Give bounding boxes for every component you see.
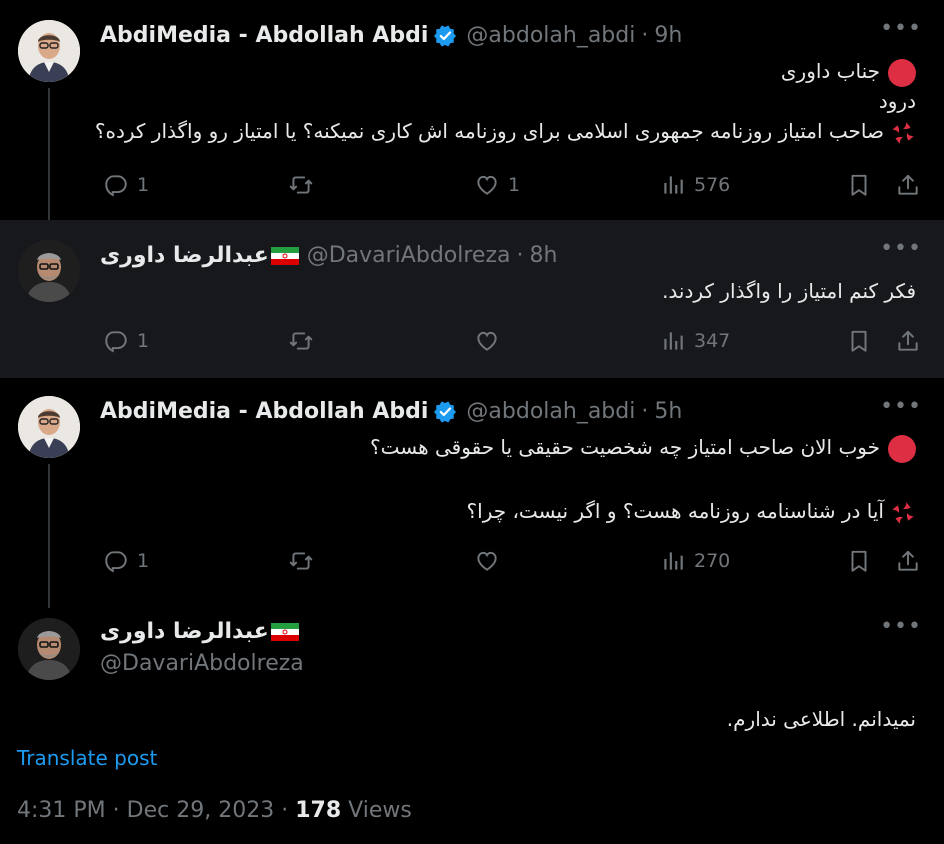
more-icon[interactable]: ••• [880,236,922,261]
avatar[interactable] [18,618,80,680]
iran-flag-icon [271,623,299,641]
reply-count: 1 [137,550,150,572]
like-button[interactable] [474,328,500,354]
heart-icon [474,548,500,574]
translate-link[interactable]: Translate post [17,746,157,770]
timestamp[interactable]: 8h [529,242,557,270]
like-button[interactable]: 1 [474,172,520,198]
text-line: آیا در شناسنامه روزنامه هست؟ و اگر نیست،… [466,499,884,523]
share-icon [895,172,921,198]
separator: · [516,243,524,268]
heart-icon [474,172,500,198]
tweet-text: نمیدانم. اطلاعی ندارم. [727,704,916,734]
reply-icon [103,548,129,574]
reply-count: 1 [137,330,150,352]
more-icon[interactable]: ••• [880,394,922,419]
reply-icon [103,172,129,198]
tweet-1[interactable]: AbdiMedia - Abdollah Abdi @abdolah_abdi … [0,0,944,220]
views-button[interactable]: 347 [660,328,730,354]
text-line: فکر کنم امتیاز را واگذار کردند. [662,279,916,303]
text-line: جناب داوری [780,59,880,83]
views-count: 178 [295,798,342,823]
share-button[interactable] [895,328,921,354]
text-line: صاحب امتیاز روزنامه جمهوری اسلامی برای ر… [94,119,884,143]
text-line: نمیدانم. اطلاعی ندارم. [726,707,916,731]
author-handle[interactable]: @abdolah_abdi [466,398,635,426]
views-button[interactable]: 270 [660,548,730,574]
share-button[interactable] [895,548,921,574]
verified-badge-icon [434,24,458,48]
post-date[interactable]: Dec 29, 2023 [127,798,275,823]
reply-icon [103,328,129,354]
tweet-text: جناب داوری درود صاحب امتیاز روزنامه جمهو… [95,56,916,146]
views-icon [660,172,686,198]
separator: · [281,798,296,823]
views-label: Views [348,798,412,823]
red-circle-emoji [888,434,916,463]
iran-flag-icon [271,247,299,265]
bookmark-button[interactable] [846,328,872,354]
avatar[interactable] [18,396,80,458]
share-icon [895,328,921,354]
separator: · [641,23,649,48]
separator: · [641,399,649,424]
tweet-2[interactable]: عبدالرضا داوری @DavariAbdolreza · 8h •••… [0,220,944,378]
reply-button[interactable]: 1 [103,328,149,354]
tweet-text: فکر کنم امتیاز را واگذار کردند. [662,276,916,306]
share-icon [895,548,921,574]
like-button[interactable] [474,548,500,574]
tweet-3[interactable]: AbdiMedia - Abdollah Abdi @abdolah_abdi … [0,378,944,598]
bookmark-button[interactable] [846,548,872,574]
share-button[interactable] [895,172,921,198]
red-circle-emoji [888,58,916,87]
views-count: 270 [694,550,731,572]
retweet-button[interactable] [288,548,314,574]
timestamp[interactable]: 9h [654,22,682,50]
bookmark-icon [846,328,872,354]
author-name[interactable]: AbdiMedia - Abdollah Abdi [100,22,428,50]
anger-emoji [890,120,916,146]
views-icon [660,548,686,574]
reply-button[interactable]: 1 [103,172,149,198]
like-count: 1 [508,174,521,196]
heart-icon [474,328,500,354]
avatar[interactable] [18,240,80,302]
reply-button[interactable]: 1 [103,548,149,574]
reply-count: 1 [137,174,150,196]
author-name[interactable]: عبدالرضا داوری [100,618,269,646]
views-count: 576 [694,174,731,196]
retweet-icon [288,328,314,354]
views-count: 347 [694,330,731,352]
separator: · [112,798,127,823]
author-handle[interactable]: @DavariAbdolreza [307,242,511,270]
text-line: درود [878,89,916,113]
anger-emoji [890,500,916,526]
tweet-text: خوب الان صاحب امتیاز چه شخصیت حقیقی یا ح… [370,432,916,526]
views-icon [660,328,686,354]
retweet-button[interactable] [288,328,314,354]
author-handle[interactable]: @abdolah_abdi [466,22,635,50]
retweet-icon [288,548,314,574]
bookmark-icon [846,548,872,574]
avatar[interactable] [18,20,80,82]
retweet-button[interactable] [288,172,314,198]
author-name[interactable]: عبدالرضا داوری [100,242,269,270]
verified-badge-icon [434,400,458,424]
author-handle[interactable]: @DavariAbdolreza [100,650,304,678]
text-line: خوب الان صاحب امتیاز چه شخصیت حقیقی یا ح… [370,435,880,459]
bookmark-button[interactable] [846,172,872,198]
post-meta: 4:31 PM · Dec 29, 2023 · 178 Views [17,798,412,823]
more-icon[interactable]: ••• [880,16,922,41]
retweet-icon [288,172,314,198]
author-name[interactable]: AbdiMedia - Abdollah Abdi [100,398,428,426]
more-icon[interactable]: ••• [880,614,922,639]
timestamp[interactable]: 5h [654,398,682,426]
bookmark-icon [846,172,872,198]
post-time[interactable]: 4:31 PM [17,798,106,823]
views-button[interactable]: 576 [660,172,730,198]
